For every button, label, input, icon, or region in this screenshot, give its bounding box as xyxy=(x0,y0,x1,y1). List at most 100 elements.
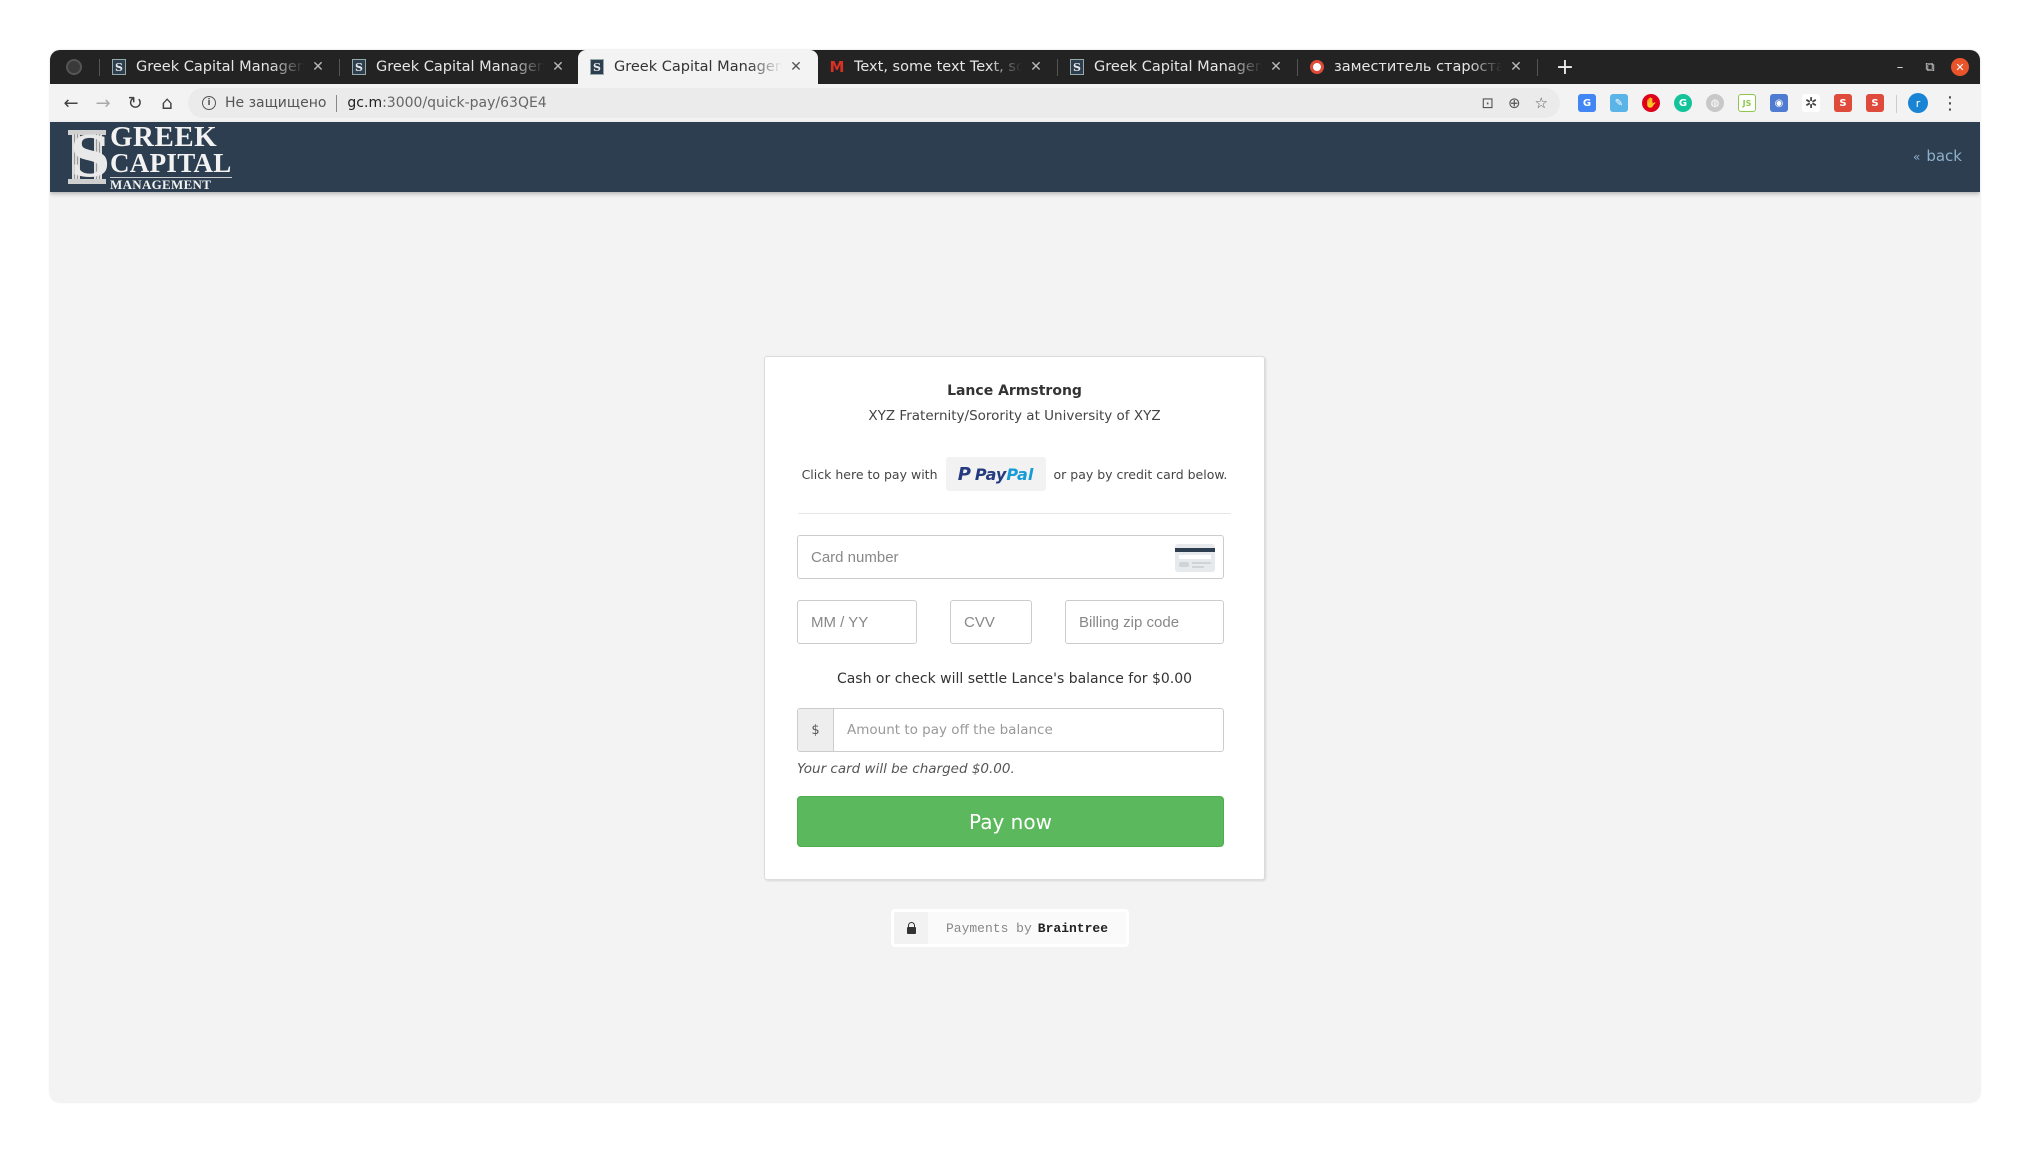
double-chevron-left-icon: « xyxy=(1913,150,1921,164)
bookmark-star-icon[interactable]: ☆ xyxy=(1535,94,1548,112)
browser-window: S Greek Capital Management ✕ S Greek Cap… xyxy=(50,50,1980,1102)
lock-icon xyxy=(906,921,916,934)
tab-title: Greek Capital Management xyxy=(136,59,304,75)
openai-icon[interactable]: ✲ xyxy=(1802,94,1820,112)
payment-card: Lance Armstrong XYZ Fraternity/Sorority … xyxy=(764,356,1265,880)
braintree-badge[interactable]: Payments by Braintree xyxy=(891,909,1129,947)
page-content: S GREEK CAPITAL MANAGEMENT « back Lance A… xyxy=(50,122,1980,1102)
gcm-favicon-icon: S xyxy=(352,59,366,75)
gcm-favicon-icon: S xyxy=(112,59,126,75)
paypal-button[interactable]: P Pay Pal xyxy=(945,457,1046,491)
tweeten-icon[interactable]: ✎ xyxy=(1610,94,1628,112)
tab-close-icon[interactable]: ✕ xyxy=(310,59,326,75)
zip-field[interactable] xyxy=(1065,600,1224,644)
tab-close-icon[interactable]: ✕ xyxy=(1508,59,1524,75)
paypal-wordmark-pal: Pal xyxy=(1006,464,1034,484)
charge-summary: Your card will be charged $0.00. xyxy=(797,761,1015,777)
tab-pinned-github[interactable] xyxy=(50,50,100,84)
tab-gmail[interactable]: M Text, some text Text, some text ✕ xyxy=(818,50,1058,84)
tab-translate[interactable]: заместитель староста - Translate ✕ xyxy=(1298,50,1538,84)
reload-icon[interactable]: ↻ xyxy=(122,90,148,116)
greek-capital-logo[interactable]: S GREEK CAPITAL MANAGEMENT xyxy=(68,123,232,191)
tab-title: Greek Capital Management xyxy=(614,59,782,75)
translate-favicon-icon xyxy=(1310,60,1324,74)
tab-close-icon[interactable]: ✕ xyxy=(1028,59,1044,75)
tab-title: заместитель староста - Translate xyxy=(1334,59,1502,75)
tab-title: Greek Capital Management xyxy=(1094,59,1262,75)
menu-kebab-icon[interactable]: ⋮ xyxy=(1941,91,1959,115)
paypal-logo-icon: P xyxy=(957,463,971,485)
cvv-input[interactable] xyxy=(964,613,1031,631)
tab-close-icon[interactable]: ✕ xyxy=(1268,59,1284,75)
zip-input[interactable] xyxy=(1079,613,1223,631)
amount-input[interactable] xyxy=(847,722,1223,738)
credit-card-icon xyxy=(1175,544,1215,572)
zoom-icon[interactable]: ⊕ xyxy=(1508,94,1521,112)
new-tab-button[interactable]: + xyxy=(1550,50,1580,84)
tab-title: Greek Capital Management xyxy=(376,59,544,75)
paypal-wordmark-pay: Pay xyxy=(974,464,1007,484)
tab-greek-capital-2[interactable]: S Greek Capital Management ✕ xyxy=(340,50,580,84)
expiry-input[interactable] xyxy=(811,613,916,631)
tab-strip: S Greek Capital Management ✕ S Greek Cap… xyxy=(50,50,1980,84)
url-host[interactable]: gc.m xyxy=(347,95,382,111)
home-icon[interactable]: ⌂ xyxy=(154,90,180,116)
paypal-prefix-text: Click here to pay with xyxy=(801,466,938,482)
squirrel-icon[interactable]: S xyxy=(1834,94,1852,112)
forward-arrow-icon[interactable]: → xyxy=(90,90,116,116)
browser-toolbar: ← → ↻ ⌂ i Не защищено gc.m :3000/quick-p… xyxy=(50,84,1980,122)
amount-input-group: $ xyxy=(797,708,1224,752)
payer-name: Lance Armstrong xyxy=(947,383,1082,399)
divider xyxy=(798,513,1231,514)
pay-now-button[interactable]: Pay now xyxy=(797,796,1224,847)
adblock-icon[interactable]: ✋ xyxy=(1642,94,1660,112)
tab-close-icon[interactable]: ✕ xyxy=(788,59,804,75)
globe-icon[interactable]: ◍ xyxy=(1706,94,1724,112)
settle-text: Cash or check will settle Lance's balanc… xyxy=(836,671,1193,687)
currency-addon: $ xyxy=(798,709,834,751)
profile-avatar[interactable]: r xyxy=(1908,93,1928,113)
logo-text: GREEK CAPITAL MANAGEMENT xyxy=(110,123,232,191)
tab-close-icon[interactable]: ✕ xyxy=(550,59,566,75)
google-translate-icon[interactable]: G xyxy=(1578,94,1596,112)
card-number-input[interactable] xyxy=(811,548,1223,566)
back-link[interactable]: « back xyxy=(1913,147,1962,165)
omnibox-divider xyxy=(336,94,338,112)
url-path[interactable]: :3000/quick-pay/63QE4 xyxy=(382,95,547,111)
tab-title: Text, some text Text, some text xyxy=(854,59,1022,75)
card-number-field[interactable] xyxy=(797,535,1224,579)
squirrel-icon[interactable]: S xyxy=(1866,94,1884,112)
braintree-prefix: Payments by xyxy=(945,920,1032,936)
tab-greek-capital-active[interactable]: S Greek Capital Management ✕ xyxy=(578,50,818,84)
column-s-logo-icon: S xyxy=(68,124,111,190)
braintree-brand: Braintree xyxy=(1037,920,1109,936)
minimize-button[interactable]: – xyxy=(1890,50,1910,84)
expiry-field[interactable] xyxy=(797,600,917,644)
grammarly-icon[interactable]: G xyxy=(1674,94,1692,112)
cvv-field[interactable] xyxy=(950,600,1032,644)
paypal-row: Click here to pay with P Pay Pal or pay b… xyxy=(765,457,1264,491)
site-header: S GREEK CAPITAL MANAGEMENT « back xyxy=(50,122,1980,192)
window-close-button[interactable]: ✕ xyxy=(1951,58,1969,76)
nodejs-icon[interactable]: JS xyxy=(1738,94,1756,112)
logo-line-2: CAPITAL xyxy=(110,148,232,178)
translate-page-icon[interactable]: ⊡ xyxy=(1481,94,1494,112)
restore-button[interactable]: ⧉ xyxy=(1920,50,1940,84)
tab-separator xyxy=(1537,59,1538,76)
github-icon xyxy=(66,59,82,75)
gcm-favicon-icon: S xyxy=(590,59,604,75)
gcm-favicon-icon: S xyxy=(1070,59,1084,75)
back-label: back xyxy=(1926,147,1962,165)
paypal-suffix-text: or pay by credit card below. xyxy=(1053,466,1228,482)
tab-greek-capital-1[interactable]: S Greek Capital Management ✕ xyxy=(100,50,340,84)
security-status[interactable]: Не защищено xyxy=(225,95,326,111)
toolbar-divider xyxy=(1896,95,1897,113)
logo-line-3: MANAGEMENT xyxy=(110,177,232,191)
tab-greek-capital-3[interactable]: S Greek Capital Management ✕ xyxy=(1058,50,1298,84)
payer-organization: XYZ Fraternity/Sorority at University of… xyxy=(868,408,1161,424)
back-arrow-icon[interactable]: ← xyxy=(58,90,84,116)
info-icon[interactable]: i xyxy=(202,96,216,110)
screenshot-icon[interactable]: ◉ xyxy=(1770,94,1788,112)
address-bar[interactable]: i Не защищено gc.m :3000/quick-pay/63QE4… xyxy=(188,88,1560,118)
gmail-icon: M xyxy=(829,58,845,76)
